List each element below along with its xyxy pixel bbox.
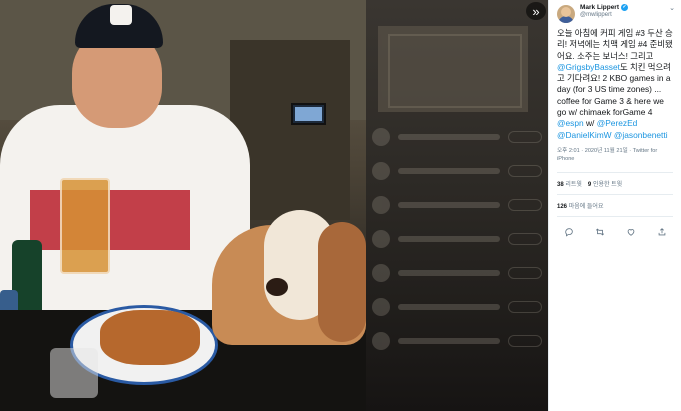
background-image-preview xyxy=(378,26,528,112)
divider xyxy=(557,193,673,195)
chevron-down-icon[interactable]: ⌄ xyxy=(669,4,675,12)
photo-main xyxy=(0,0,366,411)
background-row xyxy=(366,120,548,154)
mention-link[interactable]: @GrigsbyBasset xyxy=(557,62,620,72)
background-row xyxy=(366,324,548,358)
mention-link[interactable]: @DanielKimW xyxy=(557,130,612,140)
photo-cap-logo xyxy=(110,5,132,25)
heart-icon[interactable] xyxy=(623,225,639,239)
photo-tv-screen xyxy=(295,107,322,121)
photo-shot-glass xyxy=(50,348,98,398)
tweet-text: 오늘 아침에 커피 게임 #3 두산 승리! 저녁에는 치맥 게임 #4 준비됐… xyxy=(549,28,681,141)
author-text: Mark Lippert ✓ @mwlippert xyxy=(580,4,667,18)
author-handle[interactable]: @mwlippert xyxy=(580,12,667,18)
double-chevron-right-icon[interactable]: » xyxy=(526,2,546,20)
tweet-text-segment: w/ xyxy=(583,118,597,129)
background-row xyxy=(366,154,548,188)
mention-link[interactable]: @jasonbenetti xyxy=(614,130,668,140)
tweet-timestamp[interactable]: 오후 2:01 · 2020년 11월 21일 · Twitter for iP… xyxy=(549,141,681,168)
retweets-stat[interactable]: 38 리트윗 xyxy=(557,179,582,188)
mention-link[interactable]: @PerezEd xyxy=(597,118,638,128)
likes-stat[interactable]: 126 마음에 들어요 xyxy=(549,199,681,212)
tweet-photo[interactable]: » xyxy=(0,0,548,411)
photo-dog-ear xyxy=(318,222,366,342)
tweet-author[interactable]: Mark Lippert ✓ @mwlippert ⌄ xyxy=(549,0,681,28)
photo-beer-glass xyxy=(60,178,110,274)
tweet-text-segment: 오늘 아침에 커피 게임 #3 두산 승리! 저녁에는 치맥 게임 #4 준비됐… xyxy=(557,28,673,61)
photo-dimmed-background xyxy=(366,0,548,411)
avatar[interactable] xyxy=(557,5,575,23)
mention-link[interactable]: @espn xyxy=(557,118,584,128)
verified-badge-icon: ✓ xyxy=(621,4,629,11)
tweet-detail-panel: Mark Lippert ✓ @mwlippert ⌄ 오늘 아침에 커피 게임… xyxy=(548,0,681,411)
photo-chicken xyxy=(100,310,200,365)
background-row xyxy=(366,188,548,222)
tweet-actions xyxy=(549,221,681,239)
author-name-row: Mark Lippert ✓ xyxy=(580,4,667,11)
retweet-icon[interactable] xyxy=(592,225,608,239)
photo-jersey-logo xyxy=(30,190,190,250)
background-list xyxy=(366,120,548,358)
background-row xyxy=(366,222,548,256)
tweet-stats: 38 리트윗 9 인용한 트윗 xyxy=(549,177,681,190)
author-name[interactable]: Mark Lippert xyxy=(580,4,619,11)
background-row xyxy=(366,256,548,290)
photo-dog-nose xyxy=(266,278,288,296)
background-row xyxy=(366,290,548,324)
share-icon[interactable] xyxy=(654,225,670,239)
quotes-stat[interactable]: 9 인용한 트윗 xyxy=(588,179,622,188)
divider xyxy=(557,215,673,217)
divider xyxy=(557,171,673,173)
reply-icon[interactable] xyxy=(561,225,577,239)
